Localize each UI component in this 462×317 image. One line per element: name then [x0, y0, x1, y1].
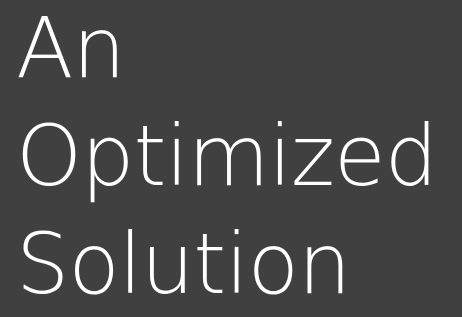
title-line-1: An — [16, 0, 126, 97]
slide-title: An Optimized Solution — [16, 0, 438, 317]
slide: An Optimized Solution — [0, 0, 462, 317]
title-line-3: Solution — [16, 215, 351, 313]
title-line-2: Optimized — [16, 107, 438, 205]
